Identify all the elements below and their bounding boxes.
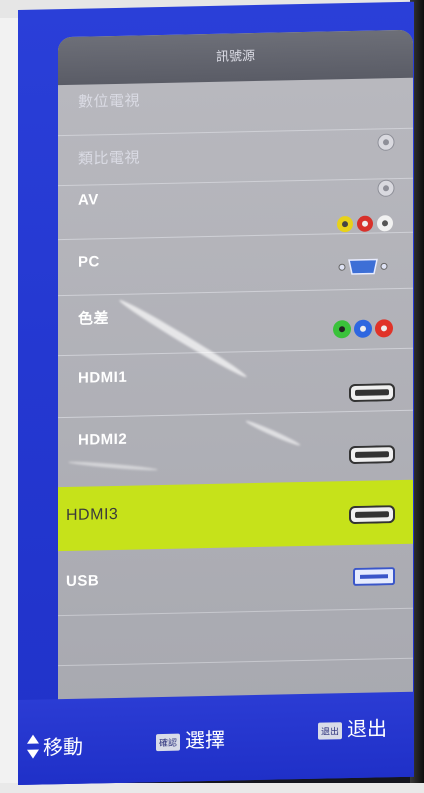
- tv-screen: 訊號源 數位電視 類比電視 AV PC 色差 HDMI1 HDMI2 HDMI3…: [18, 1, 414, 786]
- component-rca-icon: [331, 317, 395, 345]
- hint-select: 確認 選擇: [156, 724, 225, 754]
- source-item-av[interactable]: AV: [58, 177, 413, 240]
- hdmi-port-icon: [349, 383, 395, 407]
- source-label: HDMI1: [78, 368, 128, 387]
- antenna-icon: [377, 133, 395, 156]
- input-source-menu: 訊號源 數位電視 類比電視 AV PC 色差 HDMI1 HDMI2 HDMI3…: [58, 29, 413, 713]
- source-label: 數位電視: [78, 91, 141, 111]
- source-item-hdmi2[interactable]: HDMI2: [58, 409, 413, 480]
- wall-background-left: [0, 0, 20, 793]
- source-label: HDMI2: [78, 430, 128, 449]
- exit-key-icon: 退出: [318, 722, 343, 740]
- up-down-arrow-icon: [26, 734, 40, 765]
- source-label: AV: [78, 191, 99, 209]
- hint-exit-label: 退出: [347, 716, 388, 742]
- hint-move: 移動: [26, 731, 83, 765]
- source-item-component[interactable]: 色差: [58, 287, 413, 356]
- hdmi-port-icon: [349, 445, 395, 469]
- source-label: USB: [66, 572, 100, 590]
- source-item-hdmi1[interactable]: HDMI1: [58, 347, 413, 418]
- source-item-hdmi3[interactable]: HDMI3: [58, 479, 413, 552]
- tv-photo: 訊號源 數位電視 類比電視 AV PC 色差 HDMI1 HDMI2 HDMI3…: [0, 0, 424, 793]
- source-item-pc[interactable]: PC: [58, 231, 413, 296]
- ok-key-icon: 確認: [156, 733, 181, 752]
- source-item-analog-tv[interactable]: 類比電視: [58, 127, 413, 186]
- hint-select-label: 選擇: [185, 727, 226, 753]
- menu-title: 訊號源: [58, 29, 413, 86]
- empty-row: [58, 607, 413, 666]
- hint-exit: 退出 退出: [318, 712, 387, 742]
- hdmi-port-icon: [349, 505, 395, 529]
- source-label: HDMI3: [66, 505, 119, 524]
- hint-move-label: 移動: [43, 734, 83, 760]
- antenna-icon: [377, 179, 395, 202]
- source-item-usb[interactable]: USB: [58, 544, 413, 616]
- source-label: 類比電視: [78, 148, 141, 168]
- footer-hint-bar: 移動 確認 選擇 退出 退出: [18, 691, 414, 785]
- usb-port-icon: [353, 567, 395, 591]
- source-label: 色差: [78, 309, 110, 328]
- source-label: PC: [78, 253, 100, 271]
- vga-port-icon: [337, 255, 389, 283]
- source-item-digital-tv[interactable]: 數位電視: [58, 78, 413, 135]
- wall-background-bottom: [0, 783, 424, 793]
